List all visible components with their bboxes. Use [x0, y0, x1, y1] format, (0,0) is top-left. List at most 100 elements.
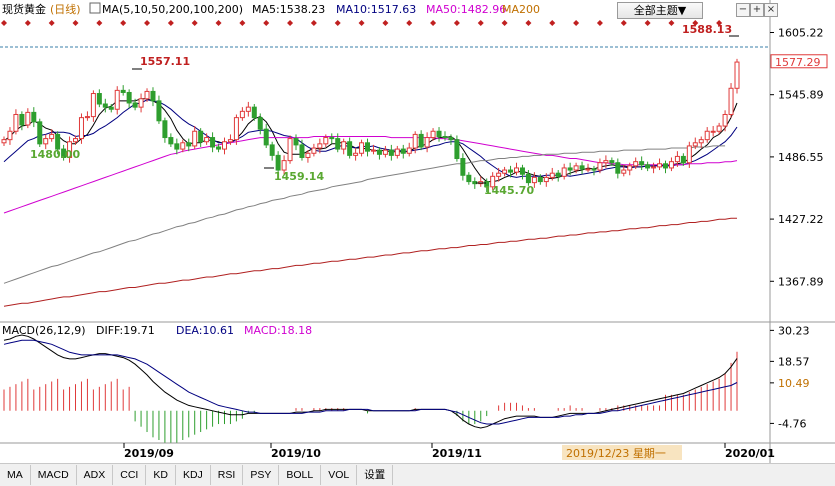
- candle: [168, 137, 174, 145]
- toolbar-macd-button[interactable]: MACD: [31, 465, 77, 485]
- low-annotation-b: 1459.14: [274, 170, 324, 183]
- candle: [37, 121, 43, 145]
- candle: [531, 176, 537, 184]
- candle: [55, 133, 61, 150]
- toolbar-vol-button[interactable]: VOL: [321, 465, 358, 485]
- ma200-label: MA200: [502, 3, 540, 16]
- candle: [299, 144, 305, 158]
- event-marker-icon: [120, 20, 127, 26]
- ma-toggle-icon: [89, 2, 101, 14]
- gold-daily-chart[interactable]: 1605.22 1545.89 1486.55 1427.22 1367.89 1577.…: [0, 0, 835, 463]
- candle: [662, 163, 668, 169]
- event-marker-icon: [644, 20, 651, 26]
- event-marker-icon: [24, 20, 31, 26]
- candle: [710, 130, 716, 133]
- candle: [84, 116, 90, 119]
- toolbar-cci-button[interactable]: CCI: [113, 465, 147, 485]
- event-marker-icon: [453, 20, 460, 26]
- candle: [245, 106, 251, 112]
- candle: [657, 163, 663, 168]
- candle: [138, 98, 144, 108]
- low-annotation-c: 1445.70: [484, 184, 534, 197]
- date-tick-label: 2019/10: [271, 447, 321, 460]
- macd-dea-line: [3, 339, 738, 425]
- candle: [227, 139, 233, 143]
- event-marker-icon: [239, 20, 246, 26]
- candle: [394, 148, 400, 156]
- candle: [365, 142, 371, 152]
- high-annotation-right: 1588.13: [682, 23, 732, 36]
- price-tick-label: 1367.89: [778, 275, 824, 288]
- toolbar-kd-button[interactable]: KD: [146, 465, 176, 485]
- candle: [251, 106, 257, 119]
- candle: [502, 169, 508, 174]
- event-marker-icon: [430, 20, 437, 26]
- candle: [156, 100, 162, 122]
- candle: [102, 103, 108, 108]
- ma50-value: MA50:1482.96: [426, 3, 506, 16]
- candle: [436, 130, 442, 138]
- candle: [150, 90, 156, 102]
- series-ma50-line: [3, 136, 738, 214]
- candle: [73, 138, 79, 143]
- candle: [263, 128, 269, 146]
- high-annotation-left: 1557.11: [140, 55, 190, 68]
- candle: [514, 167, 520, 173]
- toolbar-boll-button[interactable]: BOLL: [279, 465, 322, 485]
- macd-tick-label: 10.49: [778, 377, 810, 390]
- candle: [216, 146, 222, 150]
- event-marker-icon: [48, 20, 55, 26]
- candle: [692, 142, 698, 147]
- date-tick-label: 2019/11: [432, 447, 482, 460]
- candle: [7, 130, 13, 141]
- candle: [525, 173, 531, 184]
- candle: [555, 172, 561, 177]
- macd-hist-value: MACD:18.18: [244, 324, 312, 337]
- toolbar-adx-button[interactable]: ADX: [77, 465, 114, 485]
- candle: [323, 137, 329, 145]
- toolbar-rsi-button[interactable]: RSI: [211, 465, 244, 485]
- toolbar-设置-button[interactable]: 设置: [357, 465, 394, 485]
- candle: [454, 139, 460, 160]
- candle: [674, 155, 680, 163]
- candle: [639, 161, 645, 166]
- event-marker-icon: [144, 20, 151, 26]
- candle: [627, 165, 633, 171]
- candle: [329, 137, 335, 140]
- candle: [406, 147, 412, 154]
- ma-params-label: MA(5,10,50,200,100,200): [102, 3, 243, 16]
- close-icon[interactable]: ×: [764, 3, 778, 17]
- candle: [353, 152, 359, 156]
- event-marker-icon: [310, 20, 317, 26]
- event-marker-icon: [620, 20, 627, 26]
- zoom-out-icon[interactable]: −: [736, 3, 750, 17]
- toolbar-kdj-button[interactable]: KDJ: [176, 465, 211, 485]
- candle: [573, 165, 579, 171]
- price-tick-label: 1486.55: [778, 151, 824, 164]
- toolbar-ma-button[interactable]: MA: [0, 465, 31, 485]
- candle: [281, 160, 287, 171]
- event-marker-icon: [668, 20, 675, 26]
- zoom-in-icon[interactable]: +: [750, 3, 764, 17]
- indicator-toolbar: MA MACD ADX CCI KD KDJ RSI PSY BOLL VOL 设置: [0, 463, 835, 486]
- candle: [144, 90, 150, 100]
- ma10-value: MA10:1517.63: [336, 3, 416, 16]
- candle: [388, 149, 394, 156]
- event-marker-icon: [573, 20, 580, 26]
- candle: [186, 142, 192, 147]
- candle: [382, 149, 388, 155]
- candle: [519, 167, 525, 175]
- candle: [269, 144, 275, 156]
- candle: [633, 161, 639, 167]
- series-ma10-line: [3, 99, 738, 178]
- theme-dropdown-button[interactable]: 全部主题▼: [617, 2, 703, 19]
- toolbar-psy-button[interactable]: PSY: [243, 465, 280, 485]
- candle: [412, 133, 418, 149]
- candle: [508, 169, 514, 173]
- candle: [400, 148, 406, 154]
- candle: [686, 145, 692, 164]
- event-marker-icon: [358, 20, 365, 26]
- event-marker-icon: [501, 20, 508, 26]
- candle: [651, 166, 657, 169]
- candle: [204, 137, 210, 143]
